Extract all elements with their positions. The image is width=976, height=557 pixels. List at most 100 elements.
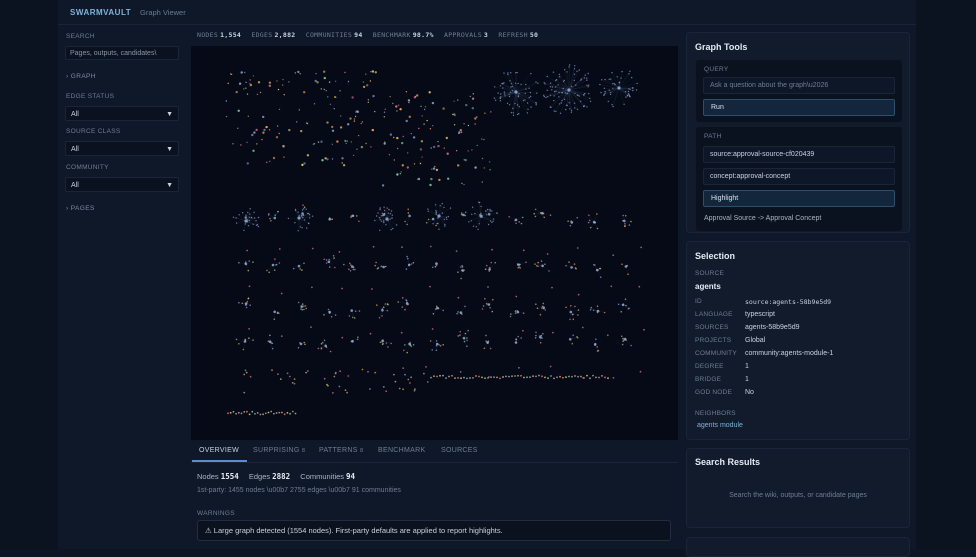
graph-node[interactable] <box>272 348 274 350</box>
graph-node[interactable] <box>570 266 573 269</box>
graph-node[interactable] <box>577 247 579 249</box>
graph-node[interactable] <box>376 215 377 216</box>
graph-node[interactable] <box>406 302 409 305</box>
graph-node[interactable] <box>408 264 411 267</box>
graph-node[interactable] <box>331 126 333 128</box>
graph-node[interactable] <box>385 390 387 392</box>
graph-node[interactable] <box>457 99 458 100</box>
graph-node[interactable] <box>442 212 443 213</box>
graph-node[interactable] <box>583 94 584 95</box>
graph-node[interactable] <box>569 319 571 321</box>
graph-node[interactable] <box>456 250 458 252</box>
graph-node[interactable] <box>280 378 282 380</box>
graph-node[interactable] <box>263 129 265 131</box>
graph-node[interactable] <box>260 92 261 93</box>
graph-node[interactable] <box>534 263 536 265</box>
graph-node[interactable] <box>589 220 591 222</box>
graph-node[interactable] <box>561 102 562 103</box>
graph-node[interactable] <box>411 133 412 134</box>
graph-node[interactable] <box>586 80 587 81</box>
graph-node[interactable] <box>327 96 328 97</box>
graph-node[interactable] <box>246 411 248 413</box>
graph-node[interactable] <box>409 343 412 346</box>
graph-node[interactable] <box>348 81 349 82</box>
graph-node[interactable] <box>254 217 255 218</box>
graph-node[interactable] <box>442 203 443 204</box>
graph-node[interactable] <box>281 293 283 295</box>
graph-node[interactable] <box>255 220 256 221</box>
graph-node[interactable] <box>258 226 259 227</box>
graph-node[interactable] <box>388 209 390 211</box>
graph-node[interactable] <box>461 265 463 267</box>
graph-node[interactable] <box>243 349 245 351</box>
graph-node[interactable] <box>442 310 444 312</box>
graph-node[interactable] <box>432 223 433 224</box>
graph-node[interactable] <box>547 377 549 379</box>
graph-node[interactable] <box>550 366 552 368</box>
graph-node[interactable] <box>536 92 537 93</box>
graph-node[interactable] <box>384 112 385 113</box>
graph-node[interactable] <box>381 221 382 222</box>
graph-node[interactable] <box>595 377 597 379</box>
graph-node[interactable] <box>243 374 245 376</box>
graph-node[interactable] <box>513 115 514 116</box>
graph-node[interactable] <box>640 247 642 249</box>
graph-node[interactable] <box>477 145 478 146</box>
graph-node[interactable] <box>314 103 315 104</box>
graph-node[interactable] <box>386 207 387 208</box>
graph-node[interactable] <box>385 109 386 110</box>
graph-node[interactable] <box>249 304 251 306</box>
graph-node[interactable] <box>333 257 335 259</box>
graph-node[interactable] <box>600 276 602 278</box>
graph-node[interactable] <box>248 298 250 300</box>
graph-node[interactable] <box>620 311 622 313</box>
graph-node[interactable] <box>518 95 519 96</box>
graph-node[interactable] <box>381 309 384 312</box>
graph-node[interactable] <box>436 169 438 171</box>
graph-node[interactable] <box>589 377 591 379</box>
graph-node[interactable] <box>622 338 624 340</box>
graph-node[interactable] <box>238 412 240 414</box>
graph-node[interactable] <box>402 367 404 369</box>
graph-node[interactable] <box>424 109 425 110</box>
graph-node[interactable] <box>541 265 544 268</box>
graph-node[interactable] <box>486 265 488 267</box>
graph-node[interactable] <box>445 377 447 379</box>
graph-node[interactable] <box>409 116 411 118</box>
graph-node[interactable] <box>545 97 546 98</box>
graph-node[interactable] <box>422 115 423 116</box>
graph-node[interactable] <box>494 262 496 264</box>
graph-node[interactable] <box>289 376 291 378</box>
graph-node[interactable] <box>494 86 495 87</box>
graph-node[interactable] <box>533 213 535 215</box>
graph-node[interactable] <box>577 94 578 95</box>
graph-node[interactable] <box>621 71 622 72</box>
graph-node[interactable] <box>334 108 335 109</box>
graph-node[interactable] <box>384 116 385 117</box>
graph-node[interactable] <box>577 217 579 219</box>
graph-node[interactable] <box>269 161 270 162</box>
graph-node[interactable] <box>402 164 404 166</box>
graph-node[interactable] <box>604 312 606 314</box>
graph-node[interactable] <box>459 334 461 336</box>
graph-node[interactable] <box>501 83 502 84</box>
graph-node[interactable] <box>324 77 326 79</box>
graph-node[interactable] <box>231 74 232 75</box>
graph-node[interactable] <box>374 265 376 267</box>
graph-node[interactable] <box>567 88 570 91</box>
graph-visualization[interactable] <box>191 46 678 440</box>
graph-node[interactable] <box>571 112 572 113</box>
graph-node[interactable] <box>432 125 433 126</box>
graph-node[interactable] <box>430 128 431 129</box>
graph-node[interactable] <box>306 209 307 210</box>
graph-node[interactable] <box>357 336 359 338</box>
graph-node[interactable] <box>588 222 590 224</box>
graph-node[interactable] <box>510 313 512 315</box>
run-button[interactable]: Run <box>703 99 895 116</box>
graph-node[interactable] <box>406 91 407 92</box>
graph-node[interactable] <box>274 214 276 216</box>
graph-node[interactable] <box>396 173 398 175</box>
graph-node[interactable] <box>527 112 528 113</box>
graph-node[interactable] <box>354 317 356 319</box>
graph-node[interactable] <box>397 301 399 303</box>
